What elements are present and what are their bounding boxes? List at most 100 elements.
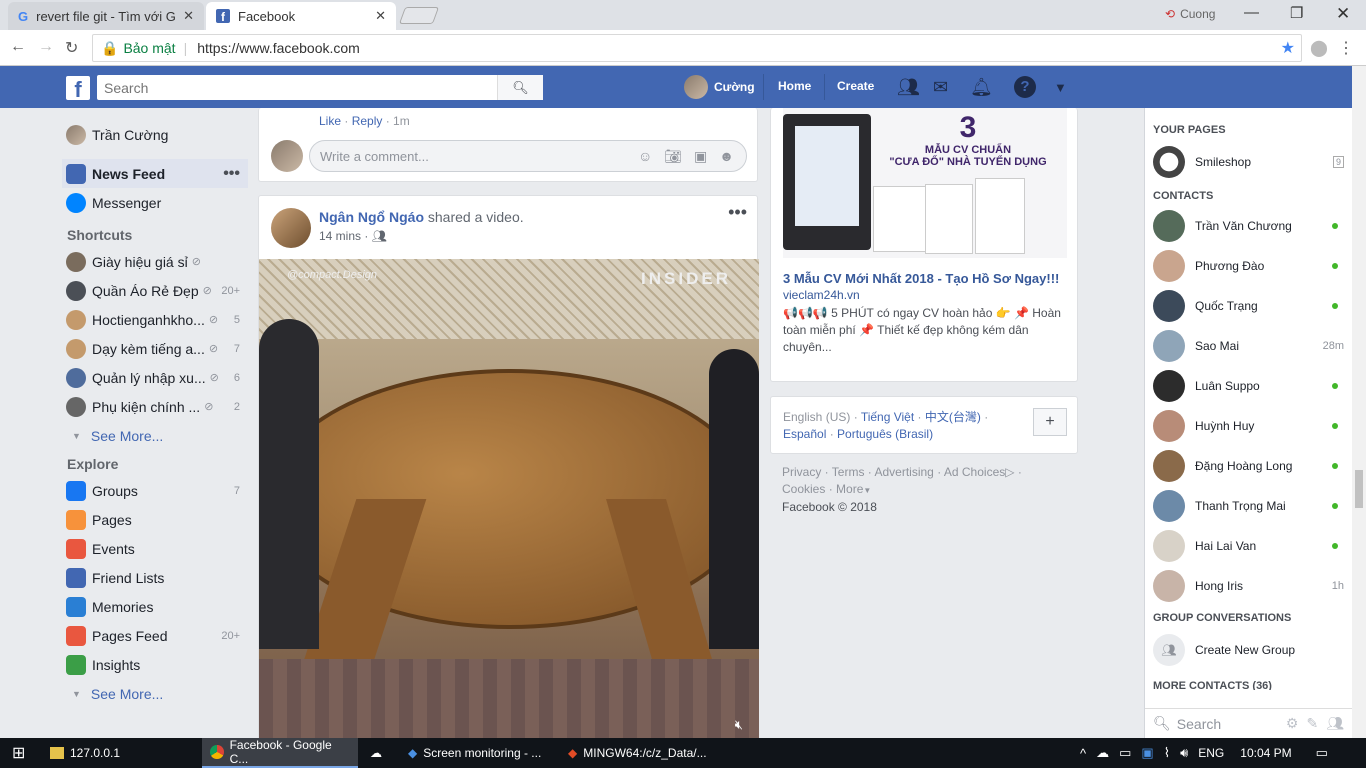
sidebar-item-profile[interactable]: Trần Cường [62, 120, 248, 149]
search-icon[interactable]: 🔍︎ [497, 75, 543, 100]
contact-item[interactable]: Quốc Trạng [1145, 286, 1352, 326]
scrollbar[interactable] [1352, 66, 1366, 738]
create-link[interactable]: Create [837, 79, 874, 93]
close-icon[interactable]: ✕ [183, 8, 194, 24]
extension-icon[interactable]: ⬤ [1310, 38, 1328, 58]
explore-item[interactable]: Events [62, 534, 248, 563]
windows-start-icon[interactable]: ⊞ [4, 738, 33, 768]
explore-item[interactable]: Groups 7 [62, 476, 248, 505]
notifications-icon[interactable]: ▭ [1316, 745, 1328, 761]
explore-item[interactable]: Friend Lists [62, 563, 248, 592]
chevron-up-icon[interactable]: ^ [1080, 746, 1086, 761]
like-link[interactable]: Like [319, 114, 341, 128]
post-video[interactable]: @compact.Design INSIDER 🔇︎ [259, 259, 759, 739]
language-indicator[interactable]: ENG [1198, 746, 1224, 760]
taskbar-item[interactable]: ☁ [362, 738, 396, 768]
contact-item[interactable]: Thanh Trọng Mai [1145, 486, 1352, 526]
ad-image[interactable]: 3 MẪU CV CHUẨN "CƯA ĐỔ" NHÀ TUYỂN DỤNG [783, 108, 1067, 258]
close-window-icon[interactable]: ✕ [1336, 4, 1350, 24]
language-link[interactable]: 中文(台灣) [925, 410, 981, 424]
close-icon[interactable]: ✕ [375, 8, 386, 24]
omnibox[interactable]: 🔒 Bảo mật | https://www.facebook.com ★ [92, 34, 1302, 62]
url-text[interactable]: https://www.facebook.com [197, 40, 360, 56]
app-tray-icon[interactable]: ▣ [1141, 745, 1153, 761]
gear-icon[interactable]: ⚙ [1286, 715, 1307, 731]
profile-link[interactable]: Cường [684, 75, 755, 99]
language-link[interactable]: Español [783, 427, 826, 441]
footer-link[interactable]: Terms [832, 465, 865, 479]
back-icon[interactable]: ← [10, 38, 26, 56]
contact-item[interactable]: Luân Suppo [1145, 366, 1352, 406]
taskbar-item[interactable]: Facebook - Google C... [202, 738, 358, 768]
add-friends-icon[interactable]: 👥︎ [1326, 715, 1352, 731]
new-tab-button[interactable] [398, 7, 440, 24]
comment-input[interactable]: Write a comment... ☺📷︎▣☻ [309, 140, 747, 172]
browser-profile[interactable]: ⟲ Cuong [1165, 7, 1215, 21]
forward-icon[interactable]: → [38, 38, 54, 56]
wifi-icon[interactable]: ⌇ [1164, 745, 1170, 761]
gif-icon[interactable]: ▣ [694, 148, 719, 164]
language-link[interactable]: Tiếng Việt [861, 410, 914, 424]
facebook-logo-icon[interactable]: f [66, 76, 90, 102]
footer-link[interactable]: Privacy [782, 465, 821, 479]
more-options-icon[interactable]: ••• [223, 165, 248, 183]
ad-title[interactable]: 3 Mẫu CV Mới Nhất 2018 - Tạo Hồ Sơ Ngay!… [783, 271, 1069, 286]
avatar[interactable] [271, 208, 311, 248]
footer-link[interactable]: Advertising [874, 465, 933, 479]
footer-link[interactable]: Ad Choices [944, 465, 1005, 479]
taskbar-item[interactable]: 127.0.0.1 [42, 738, 202, 768]
add-language-button[interactable]: + [1033, 408, 1067, 436]
home-link[interactable]: Home [778, 79, 811, 93]
reply-link[interactable]: Reply [352, 114, 383, 128]
friend-requests-icon[interactable]: 👥︎ [897, 77, 920, 98]
compose-icon[interactable]: ✎ [1306, 715, 1326, 731]
scrollbar-thumb[interactable] [1355, 470, 1363, 508]
shortcut-item[interactable]: Hoctienganhkho... ⊘ 5 [62, 305, 248, 334]
page-item[interactable]: Smileshop 9 [1145, 142, 1352, 182]
explore-see-more[interactable]: ▼ See More... [62, 679, 248, 708]
volume-icon[interactable]: 🔊︎ [1180, 745, 1188, 761]
sidebar-item-news-feed[interactable]: News Feed ••• [62, 159, 248, 188]
clock[interactable]: 10:04 PM [1240, 746, 1291, 760]
explore-item[interactable]: Pages [62, 505, 248, 534]
footer-link[interactable]: Cookies [782, 482, 825, 496]
shortcut-item[interactable]: Quần Áo Rẻ Đẹp ⊘ 20+ [62, 276, 248, 305]
shortcut-item[interactable]: Phụ kiện chính ... ⊘ 2 [62, 392, 248, 421]
secure-indicator[interactable]: 🔒 Bảo mật [101, 40, 176, 57]
taskbar-item[interactable]: ◆ MINGW64:/c/z_Data/... [560, 738, 716, 768]
shortcut-item[interactable]: Quản lý nhập xu... ⊘ 6 [62, 363, 248, 392]
emoji-icon[interactable]: ☺ [638, 148, 664, 164]
shortcut-item[interactable]: Giày hiệu giá sỉ ⊘ [62, 247, 248, 276]
contact-item[interactable]: Phương Đào [1145, 246, 1352, 286]
help-icon[interactable]: ? [1014, 76, 1036, 98]
post-author[interactable]: Ngân Ngổ Ngáo [319, 209, 424, 225]
explore-item[interactable]: Insights [62, 650, 248, 679]
bookmark-star-icon[interactable]: ★ [1281, 38, 1295, 58]
mute-icon[interactable]: 🔇︎ [735, 717, 743, 733]
menu-icon[interactable]: ⋮ [1338, 38, 1354, 58]
taskbar-item[interactable]: ◆ Screen monitoring - ... [400, 738, 556, 768]
search-input[interactable] [97, 79, 497, 96]
contact-item[interactable]: Hong Iris 1h [1145, 566, 1352, 606]
contact-item[interactable]: Sao Mai 28m [1145, 326, 1352, 366]
sponsored-ad[interactable]: 3 MẪU CV CHUẨN "CƯA ĐỔ" NHÀ TUYỂN DỤNG 3… [770, 108, 1078, 382]
notifications-icon[interactable]: 🔔︎ [970, 77, 993, 98]
sidebar-item-messenger[interactable]: Messenger [62, 188, 248, 217]
contact-item[interactable]: Đặng Hoàng Long [1145, 446, 1352, 486]
create-group-button[interactable]: 👥︎ Create New Group [1145, 630, 1352, 670]
battery-icon[interactable]: ▭ [1119, 745, 1131, 761]
account-menu-icon[interactable]: ▼ [1054, 80, 1067, 95]
contact-item[interactable]: Trần Văn Chương [1145, 206, 1352, 246]
ad-domain[interactable]: vieclam24h.vn [783, 288, 860, 302]
browser-tab-facebook[interactable]: f Facebook ✕ [206, 2, 396, 30]
browser-tab-search[interactable]: G revert file git - Tìm với Gc ✕ [8, 2, 204, 30]
camera-icon[interactable]: 📷︎ [664, 148, 694, 164]
maximize-icon[interactable]: ❐ [1290, 4, 1303, 22]
shortcut-item[interactable]: Dạy kèm tiếng a... ⊘ 7 [62, 334, 248, 363]
sticker-icon[interactable]: ☻ [719, 148, 746, 164]
language-link[interactable]: Português (Brasil) [837, 427, 933, 441]
shortcuts-see-more[interactable]: ▼ See More... [62, 421, 248, 450]
footer-link[interactable]: More [836, 482, 863, 496]
explore-item[interactable]: Memories [62, 592, 248, 621]
explore-item[interactable]: Pages Feed 20+ [62, 621, 248, 650]
